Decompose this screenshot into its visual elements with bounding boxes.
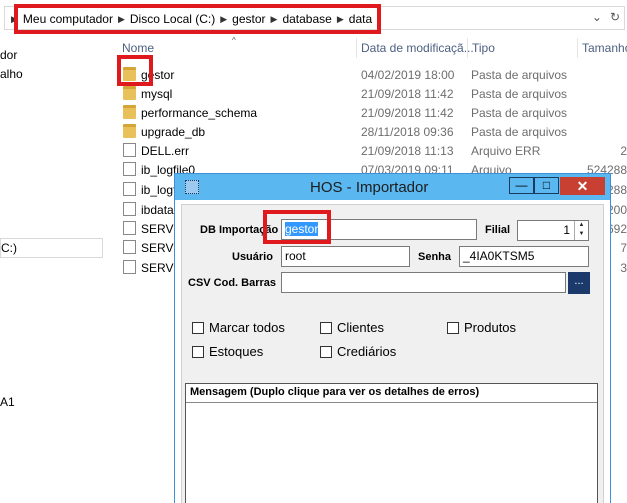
list-item[interactable]: performance_schema 21/09/2018 11:42 Past… bbox=[118, 103, 627, 122]
refresh-icon[interactable]: ↻ bbox=[610, 10, 620, 24]
screen: ▶ Meu computador ▶ Disco Local (C:) ▶ ge… bbox=[0, 0, 627, 503]
column-date[interactable]: Data de modificaçã... bbox=[361, 41, 474, 55]
checkbox-produtos[interactable]: Produtos bbox=[447, 320, 516, 335]
checkbox-clientes[interactable]: Clientes bbox=[320, 320, 384, 335]
checkbox-box[interactable] bbox=[320, 321, 332, 334]
db-input-value: gestor bbox=[285, 222, 319, 236]
file-name: upgrade_db bbox=[141, 125, 206, 139]
browse-button[interactable]: ... bbox=[568, 272, 590, 294]
breadcrumb-meu-computador[interactable]: Meu computador bbox=[20, 12, 116, 26]
dialog-body: DB Importação gestor Filial 1 ▲ ▼ Usuári… bbox=[181, 204, 604, 503]
column-type[interactable]: Tipo bbox=[472, 41, 495, 55]
breadcrumb-database[interactable]: database bbox=[279, 12, 334, 26]
filial-label: Filial bbox=[485, 224, 511, 236]
list-item[interactable]: mysql 21/09/2018 11:42 Pasta de arquivos bbox=[118, 84, 627, 103]
db-input[interactable]: gestor bbox=[281, 219, 477, 240]
file-name: mysql bbox=[141, 87, 173, 101]
file-type: Pasta de arquivos bbox=[471, 68, 568, 82]
column-name[interactable]: Nome bbox=[122, 41, 154, 55]
file-type: Arquivo ERR bbox=[471, 144, 541, 158]
file-icon bbox=[123, 221, 136, 235]
address-bar: ▶ Meu computador ▶ Disco Local (C:) ▶ ge… bbox=[0, 0, 627, 36]
checkbox-estoques[interactable]: Estoques bbox=[192, 344, 263, 359]
nav-item[interactable]: alho bbox=[0, 67, 23, 81]
chevron-down-icon[interactable]: ⌄ bbox=[592, 10, 602, 24]
file-type: Pasta de arquivos bbox=[471, 87, 568, 101]
nav-item[interactable]: A1 bbox=[0, 395, 15, 409]
arrow-up-icon[interactable]: ▲ bbox=[575, 221, 588, 230]
file-type: Pasta de arquivos bbox=[471, 106, 568, 120]
usuario-input[interactable]: root bbox=[281, 246, 410, 267]
navigation-pane: dor alho C:) A1 bbox=[0, 48, 110, 503]
address-field[interactable]: ▶ Meu computador ▶ Disco Local (C:) ▶ ge… bbox=[4, 6, 625, 30]
file-name: gestor bbox=[141, 68, 175, 82]
usuario-label: Usuário bbox=[232, 251, 273, 263]
list-item[interactable]: upgrade_db 28/11/2018 09:36 Pasta de arq… bbox=[118, 122, 627, 141]
folder-icon bbox=[123, 105, 136, 119]
breadcrumb-gestor[interactable]: gestor bbox=[229, 12, 268, 26]
close-button[interactable]: ✕ bbox=[560, 177, 605, 195]
checkbox-box[interactable] bbox=[320, 345, 332, 358]
file-icon bbox=[123, 260, 136, 274]
app-icon bbox=[185, 180, 199, 194]
file-icon bbox=[123, 240, 136, 254]
chevron-right-icon: ▶ bbox=[117, 13, 125, 24]
file-icon bbox=[123, 143, 136, 157]
file-date: 21/09/2018 11:42 bbox=[361, 87, 454, 101]
checkbox-box[interactable] bbox=[192, 321, 204, 334]
spinner-arrows[interactable]: ▲ ▼ bbox=[574, 221, 588, 240]
minimize-button[interactable]: — bbox=[509, 177, 534, 194]
file-size: 2 bbox=[620, 144, 627, 158]
breadcrumb-disco-local[interactable]: Disco Local (C:) bbox=[127, 12, 218, 26]
chevron-right-icon: ▶ bbox=[11, 13, 18, 24]
arrow-down-icon[interactable]: ▼ bbox=[575, 230, 588, 239]
folder-icon bbox=[123, 86, 136, 100]
chevron-right-icon: ▶ bbox=[270, 13, 278, 24]
file-icon bbox=[123, 202, 136, 216]
message-panel[interactable]: Mensagem (Duplo clique para ver os detal… bbox=[185, 383, 598, 503]
column-header: ^ Nome Data de modificaçã... Tipo Tamanh… bbox=[0, 36, 627, 58]
column-size[interactable]: Tamanho bbox=[582, 41, 627, 55]
sort-arrow-icon: ^ bbox=[232, 36, 236, 45]
csv-input[interactable] bbox=[281, 272, 566, 293]
chevron-right-icon: ▶ bbox=[220, 13, 228, 24]
file-date: 21/09/2018 11:42 bbox=[361, 106, 454, 120]
nav-item-selected[interactable]: C:) bbox=[0, 238, 103, 258]
filial-stepper[interactable]: 1 ▲ ▼ bbox=[517, 220, 589, 241]
folder-icon bbox=[123, 67, 136, 81]
file-size: 7 bbox=[620, 241, 627, 255]
filial-value: 1 bbox=[563, 223, 570, 237]
maximize-button[interactable]: □ bbox=[534, 177, 559, 194]
file-icon bbox=[123, 162, 136, 176]
file-size: 3 bbox=[620, 261, 627, 275]
nav-item[interactable]: dor bbox=[0, 48, 17, 62]
file-date: 21/09/2018 11:13 bbox=[361, 144, 454, 158]
file-date: 04/02/2019 18:00 bbox=[361, 68, 455, 82]
file-name: DELL.err bbox=[141, 144, 190, 158]
dialog-title: HOS - Importador bbox=[310, 179, 429, 196]
divider bbox=[186, 402, 597, 403]
db-label: DB Importação bbox=[200, 224, 279, 236]
csv-label: CSV Cod. Barras bbox=[188, 277, 277, 289]
checkbox-box[interactable] bbox=[192, 345, 204, 358]
breadcrumb-data[interactable]: data bbox=[346, 12, 375, 26]
checkbox-marcar-todos[interactable]: Marcar todos bbox=[192, 320, 285, 335]
file-icon bbox=[123, 182, 136, 196]
file-name: performance_schema bbox=[141, 106, 258, 120]
checkbox-crediarios[interactable]: Crediários bbox=[320, 344, 396, 359]
chevron-right-icon: ▶ bbox=[336, 13, 344, 24]
senha-input[interactable]: _4IA0KTSM5 bbox=[459, 246, 589, 267]
dialog-titlebar[interactable]: HOS - Importador — □ ✕ bbox=[175, 174, 610, 200]
list-item[interactable]: gestor 04/02/2019 18:00 Pasta de arquivo… bbox=[118, 65, 627, 84]
file-date: 28/11/2018 09:36 bbox=[361, 125, 454, 139]
file-type: Pasta de arquivos bbox=[471, 125, 568, 139]
folder-icon bbox=[123, 124, 136, 138]
checkbox-box[interactable] bbox=[447, 321, 459, 334]
senha-label: Senha bbox=[418, 251, 452, 263]
importer-dialog: HOS - Importador — □ ✕ DB Importação ges… bbox=[174, 173, 611, 503]
file-name: ib_logf bbox=[141, 183, 177, 197]
list-item[interactable]: DELL.err 21/09/2018 11:13 Arquivo ERR 2 bbox=[118, 141, 627, 160]
message-title: Mensagem (Duplo clique para ver os detal… bbox=[190, 386, 480, 398]
